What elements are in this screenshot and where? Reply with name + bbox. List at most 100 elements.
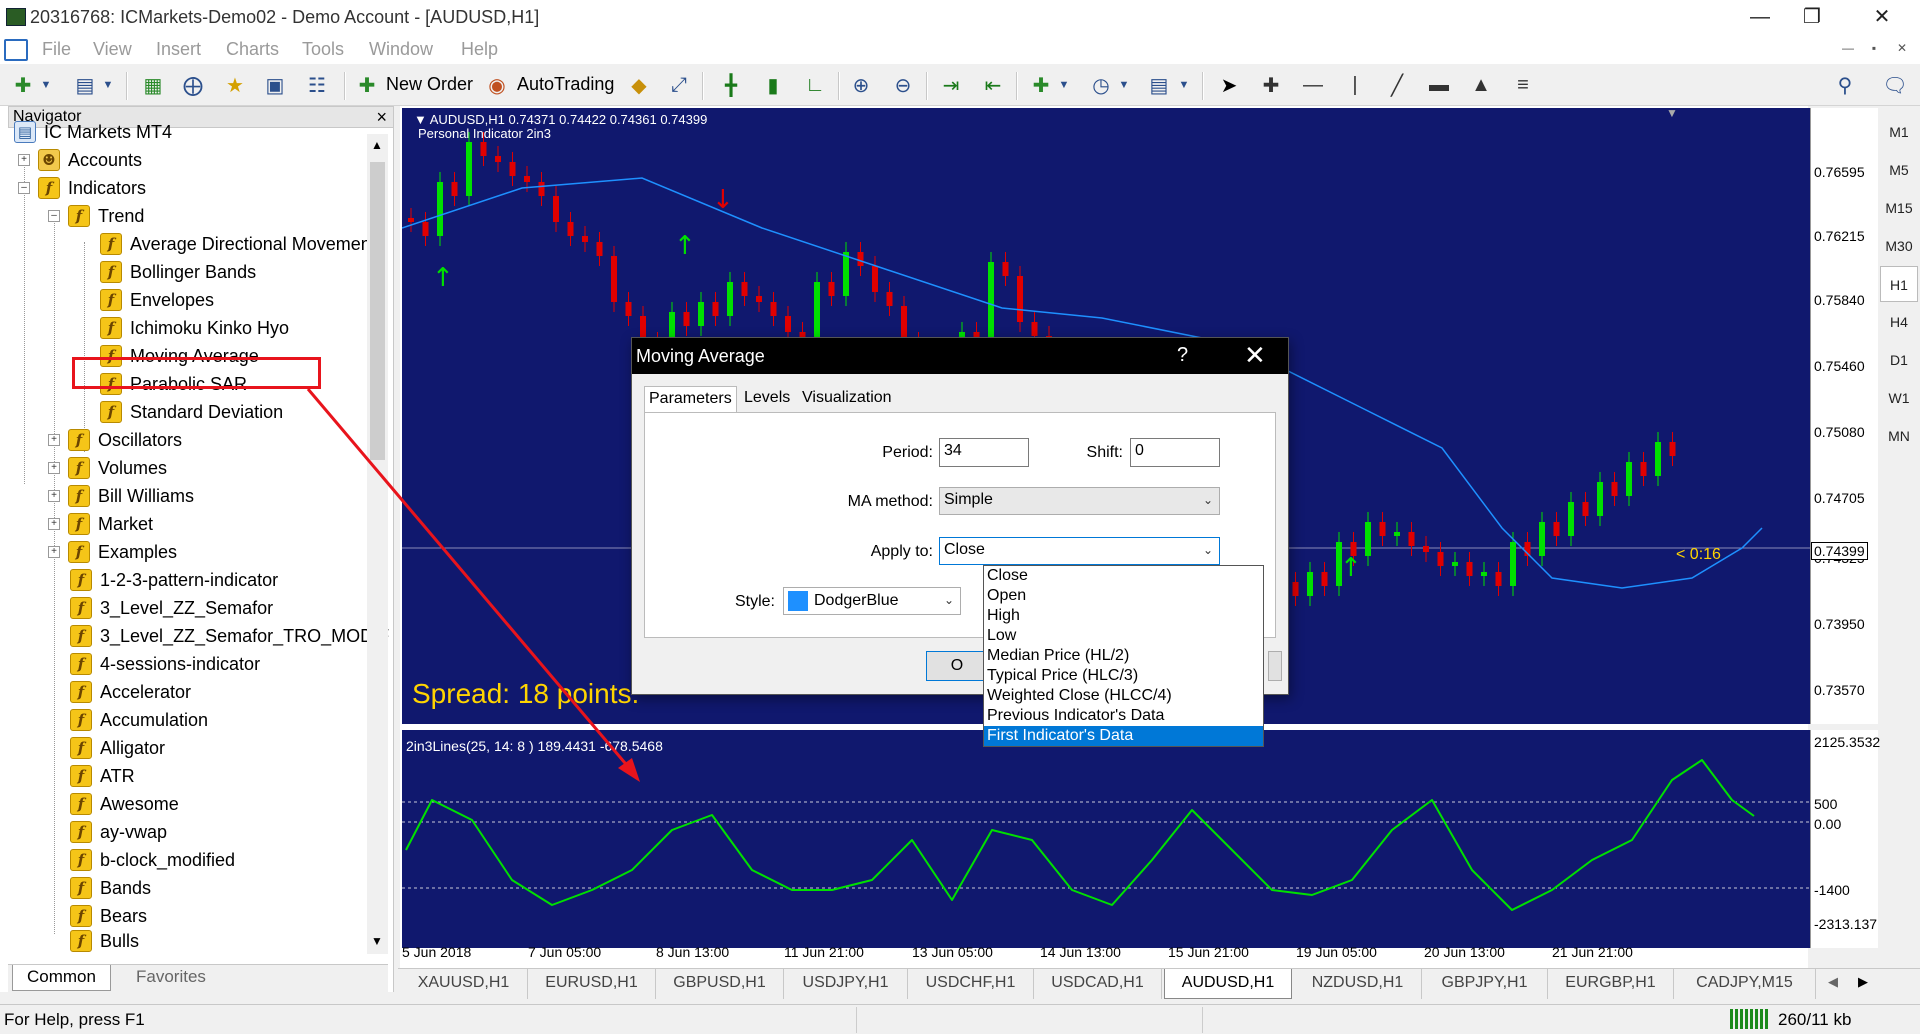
indicators-icon[interactable]: ✚	[1026, 70, 1056, 100]
close-button[interactable]: ✕	[1862, 4, 1902, 30]
autoscroll-icon[interactable]: ⇥	[936, 70, 966, 100]
menu-file[interactable]: File	[42, 39, 71, 60]
option-high[interactable]: High	[984, 606, 1263, 626]
tab-symbol[interactable]: USDJPY,H1	[784, 969, 908, 999]
navigator-icon[interactable]: ★	[220, 70, 250, 100]
option-median-price[interactable]: Median Price (HL/2)	[984, 646, 1263, 666]
tab-symbol[interactable]: USDCAD,H1	[1034, 969, 1162, 999]
chat-icon[interactable]: 🗨	[1880, 70, 1910, 100]
shift-input[interactable]: 0	[1130, 438, 1220, 467]
templates-icon[interactable]: ▤	[1144, 70, 1174, 100]
timeframe-m15[interactable]: M15	[1880, 190, 1918, 226]
tree-indicators[interactable]: – f Indicators	[18, 174, 146, 202]
menu-insert[interactable]: Insert	[156, 39, 201, 60]
timeframe-d1[interactable]: D1	[1880, 342, 1918, 378]
horizontal-line-icon[interactable]: —	[1298, 70, 1328, 100]
zoom-in-icon[interactable]: ⊕	[846, 70, 876, 100]
metaeditor-icon[interactable]: ◆	[624, 70, 654, 100]
scroll-left-icon[interactable]: ◀	[1828, 974, 1838, 990]
tab-favorites[interactable]: Favorites	[122, 965, 220, 991]
timeframe-mn[interactable]: MN	[1880, 418, 1918, 454]
new-chart-icon[interactable]: ✚	[8, 70, 38, 100]
search-icon[interactable]: ⚲	[1830, 70, 1860, 100]
option-previous-indicator[interactable]: Previous Indicator's Data	[984, 706, 1263, 726]
chevron-down-icon[interactable]: ▼	[1176, 70, 1192, 100]
tree-market[interactable]: + f Market	[48, 510, 153, 538]
line-chart-icon[interactable]: ∟	[800, 70, 830, 100]
timeframe-h4[interactable]: H4	[1880, 304, 1918, 340]
timeframe-m5[interactable]: M5	[1880, 152, 1918, 188]
expand-icon[interactable]: +	[48, 546, 60, 558]
navigator-close-icon[interactable]: ×	[376, 107, 387, 128]
chevron-down-icon[interactable]: ▼	[1056, 70, 1072, 100]
timeframe-w1[interactable]: W1	[1880, 380, 1918, 416]
mdi-restore-button[interactable]: ▪	[1864, 41, 1884, 59]
dialog-title-bar[interactable]: Moving Average ? ✕	[632, 338, 1288, 374]
option-first-indicator[interactable]: First Indicator's Data	[984, 726, 1263, 746]
tree-item-ichimoku[interactable]: f Ichimoku Kinko Hyo	[100, 314, 289, 342]
tab-parameters[interactable]: Parameters	[644, 386, 737, 412]
option-typical-price[interactable]: Typical Price (HLC/3)	[984, 666, 1263, 686]
scroll-right-icon[interactable]: ▶	[1858, 974, 1868, 990]
tree-custom-item[interactable]: f 1-2-3-pattern-indicator	[70, 566, 278, 594]
ok-button[interactable]: O	[926, 651, 988, 681]
tree-custom-item[interactable]: f Accelerator	[70, 678, 191, 706]
menu-window[interactable]: Window	[369, 39, 433, 60]
tree-custom-item[interactable]: f Bears	[70, 902, 147, 930]
expand-icon[interactable]: +	[48, 434, 60, 446]
tree-custom-item[interactable]: f b-clock_modified	[70, 846, 235, 874]
indicator-pane[interactable]: 2125.3532 500 0.00 -1400 -2313.137 2in3L…	[400, 730, 1880, 948]
tester-icon[interactable]: ☷	[302, 70, 332, 100]
chart-shift-icon[interactable]: ⇤	[978, 70, 1008, 100]
data-window-icon[interactable]: ⨁	[178, 70, 208, 100]
navigator-scrollbar[interactable]: ▲ ▼	[367, 134, 388, 954]
new-order-icon[interactable]: ✚	[352, 70, 382, 100]
autotrading-button[interactable]: AutoTrading	[517, 74, 614, 95]
option-close[interactable]: Close	[984, 566, 1263, 586]
chevron-down-icon[interactable]: ▼	[100, 70, 116, 100]
minimize-button[interactable]: —	[1740, 4, 1780, 30]
tree-item-bollinger[interactable]: f Bollinger Bands	[100, 258, 256, 286]
expand-icon[interactable]: +	[48, 518, 60, 530]
tree-item-std-dev[interactable]: f Standard Deviation	[100, 398, 283, 426]
cursor-icon[interactable]: ➤	[1214, 70, 1244, 100]
menu-charts[interactable]: Charts	[226, 39, 279, 60]
chart-shift-marker[interactable]: ▼	[1666, 106, 1678, 120]
style-color-select[interactable]: DodgerBlue ⌄	[783, 587, 961, 615]
tree-trend[interactable]: – f Trend	[48, 202, 144, 230]
timeframe-m1[interactable]: M1	[1880, 114, 1918, 150]
scroll-up-icon[interactable]: ▲	[371, 138, 383, 152]
crosshair-icon[interactable]: ✚	[1256, 70, 1286, 100]
tab-symbol[interactable]: GBPUSD,H1	[656, 969, 784, 999]
mdi-close-button[interactable]: ✕	[1892, 41, 1912, 59]
tree-item-adx[interactable]: f Average Directional Movemen	[100, 230, 371, 258]
tab-symbol[interactable]: GBPJPY,H1	[1422, 969, 1548, 999]
tab-symbol[interactable]: EURUSD,H1	[528, 969, 656, 999]
tree-custom-item[interactable]: f 4-sessions-indicator	[70, 650, 260, 678]
chevron-down-icon[interactable]: ▼	[1116, 70, 1132, 100]
rectangle-icon[interactable]: ▬	[1424, 70, 1454, 100]
periods-icon[interactable]: ◷	[1086, 70, 1116, 100]
bar-chart-icon[interactable]: ╋	[716, 70, 746, 100]
tree-custom-item[interactable]: f ATR	[70, 762, 135, 790]
trendline-icon[interactable]: ╱	[1382, 70, 1412, 100]
cancel-button[interactable]	[1268, 651, 1282, 681]
tree-root[interactable]: ▤ IC Markets MT4	[14, 118, 172, 146]
scroll-thumb[interactable]	[370, 162, 385, 460]
candlestick-icon[interactable]: ▮	[758, 70, 788, 100]
tree-volumes[interactable]: + f Volumes	[48, 454, 167, 482]
expand-icon[interactable]: +	[18, 154, 30, 166]
dialog-close-icon[interactable]: ✕	[1244, 340, 1266, 371]
new-order-button[interactable]: New Order	[386, 74, 473, 95]
tab-symbol-active[interactable]: AUDUSD,H1	[1164, 969, 1292, 999]
tree-item-envelopes[interactable]: f Envelopes	[100, 286, 214, 314]
menu-view[interactable]: View	[93, 39, 132, 60]
collapse-icon[interactable]: –	[18, 182, 30, 194]
market-watch-icon[interactable]: ▦	[138, 70, 168, 100]
tab-common[interactable]: Common	[12, 965, 111, 991]
tree-custom-item[interactable]: f 3_Level_ZZ_Semafor_TRO_MODIF	[70, 622, 389, 650]
terminal-icon[interactable]: ▣	[260, 70, 290, 100]
timeframe-h1[interactable]: H1	[1880, 266, 1918, 302]
tree-custom-item[interactable]: f ay-vwap	[70, 818, 167, 846]
tree-custom-item[interactable]: f Awesome	[70, 790, 179, 818]
